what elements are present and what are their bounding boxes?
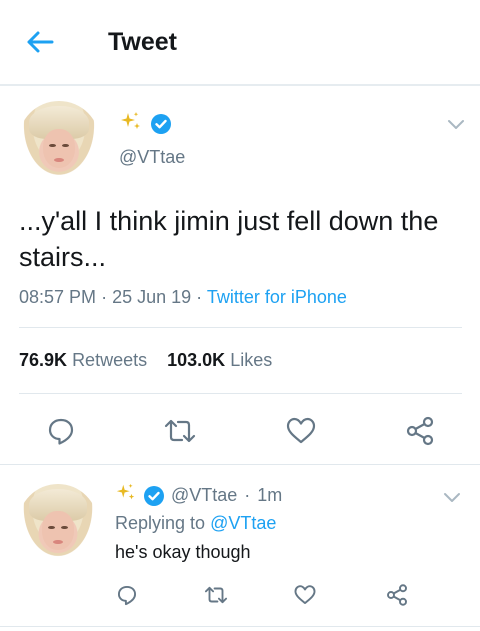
replying-to-handle-link[interactable]: @VTtae — [210, 513, 276, 533]
tweet-text: ...y'all I think jimin just fell down th… — [19, 206, 439, 272]
display-name[interactable] — [119, 110, 171, 138]
share-icon[interactable] — [384, 582, 410, 608]
chevron-down-icon[interactable] — [442, 490, 462, 504]
avatar[interactable] — [18, 101, 100, 183]
sparkles-icon — [115, 482, 137, 509]
tweet-time: 08:57 PM — [19, 287, 97, 307]
back-arrow-icon[interactable] — [22, 26, 58, 58]
top-app-bar: Tweet — [0, 0, 480, 86]
meta-separator: · — [244, 485, 251, 505]
verified-badge-icon — [151, 114, 171, 134]
divider — [19, 393, 462, 394]
reply-header: @VTtae · 1m — [115, 482, 282, 509]
likes-stat[interactable]: 103.0K Likes — [167, 350, 272, 370]
section-divider — [0, 626, 480, 627]
tweet-source-link[interactable]: Twitter for iPhone — [207, 287, 347, 307]
tweet-date: 25 Jun 19 — [112, 287, 192, 307]
reply-avatar[interactable] — [18, 484, 98, 564]
chevron-down-icon[interactable] — [446, 117, 466, 131]
user-handle[interactable]: @VTtae — [119, 147, 185, 168]
meta-separator: · — [196, 287, 203, 307]
reply-text: he's okay though — [115, 542, 251, 562]
replying-to: Replying to @VTtae — [115, 513, 276, 534]
retweets-label: Retweets — [72, 350, 148, 370]
meta-separator: · — [101, 287, 108, 307]
retweets-stat[interactable]: 76.9K Retweets — [19, 350, 147, 370]
likes-count: 103.0K — [167, 350, 226, 370]
reply-time: 1m — [257, 485, 283, 505]
tweet-stats: 76.9K Retweets 103.0K Likes — [19, 350, 272, 371]
verified-badge-icon — [144, 485, 164, 506]
retweet-icon[interactable] — [160, 412, 200, 450]
retweets-count: 76.9K — [19, 350, 68, 370]
page-title: Tweet — [108, 28, 177, 56]
tweet-meta: 08:57 PM · 25 Jun 19 · Twitter for iPhon… — [19, 287, 347, 308]
reply-icon[interactable] — [114, 582, 140, 608]
reply-user-handle[interactable]: @VTtae — [171, 485, 237, 506]
sparkles-icon — [119, 110, 143, 138]
replying-label: Replying to — [115, 513, 206, 533]
divider — [19, 327, 462, 328]
likes-label: Likes — [230, 350, 273, 370]
section-divider — [0, 464, 480, 465]
reply-icon[interactable] — [42, 412, 80, 450]
like-icon[interactable] — [282, 412, 320, 450]
share-icon[interactable] — [401, 412, 439, 450]
retweet-icon[interactable] — [202, 582, 230, 608]
like-icon[interactable] — [292, 582, 318, 608]
